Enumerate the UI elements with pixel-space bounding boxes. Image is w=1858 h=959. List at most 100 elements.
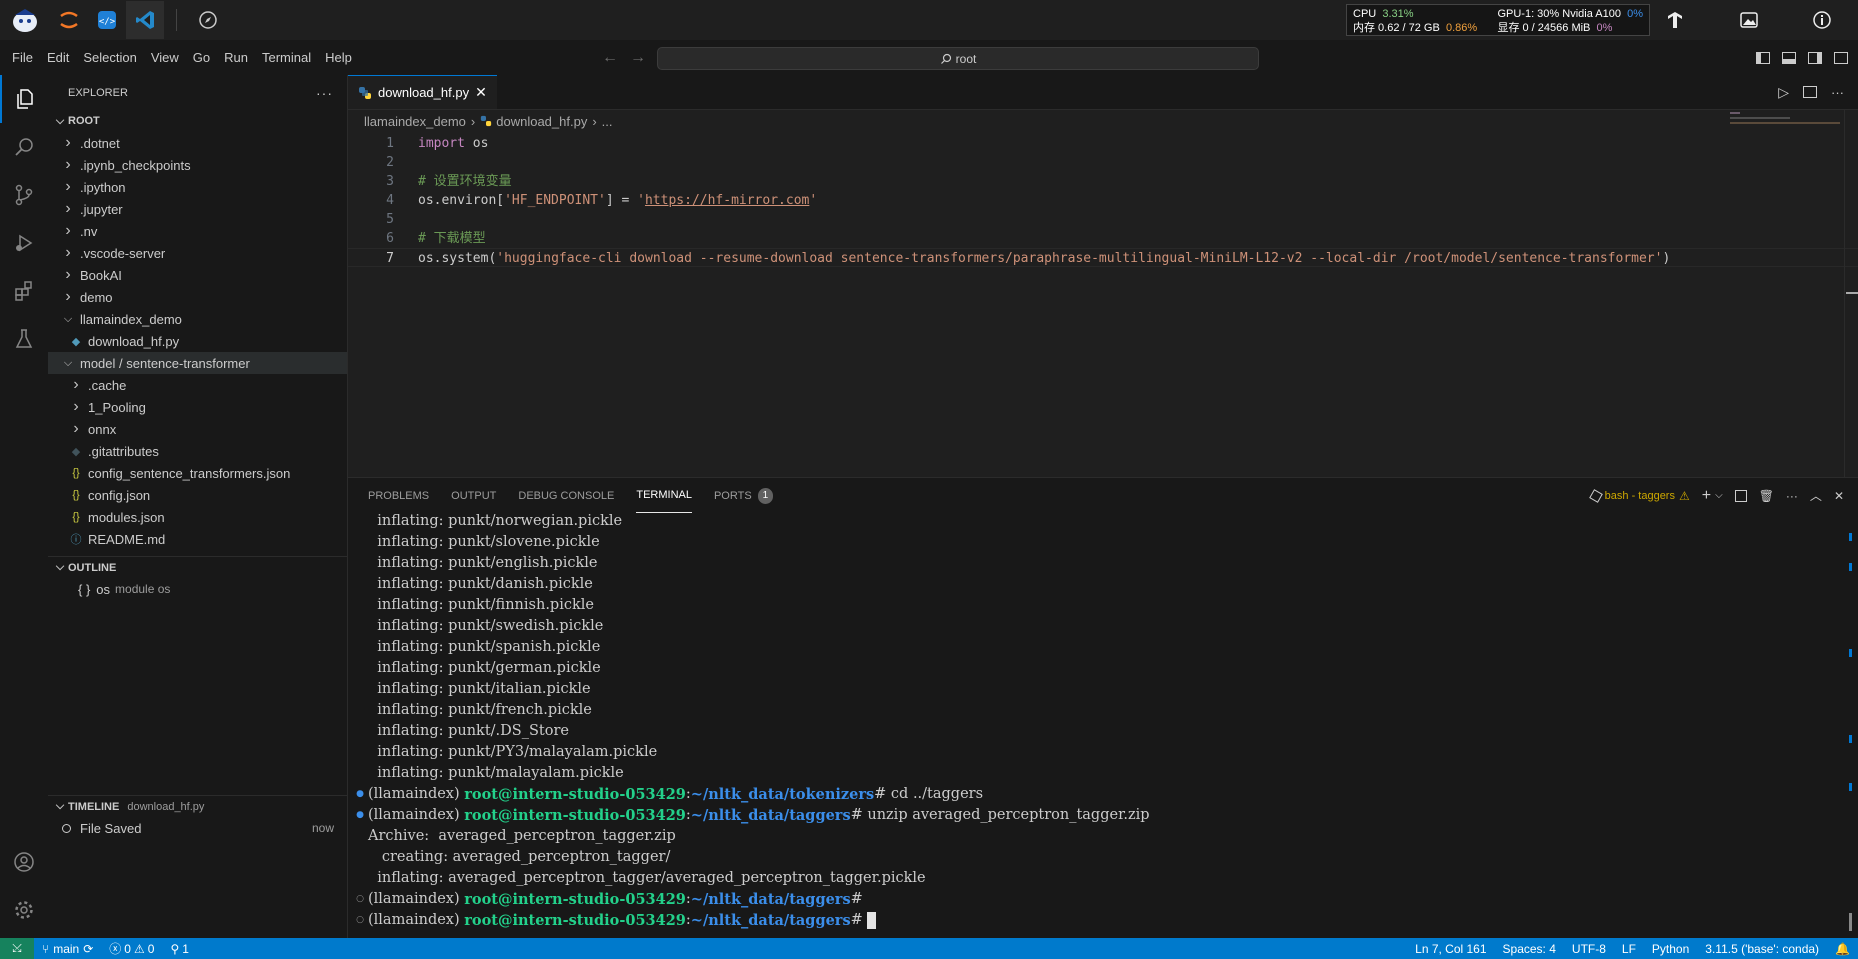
tree-item[interactable]: › .ipython <box>48 176 347 198</box>
terminal-instance[interactable]: bash - taggers ⚠ <box>1588 489 1690 503</box>
notifications-bell-icon[interactable]: 🔔 <box>1827 942 1858 956</box>
breadcrumb-file[interactable]: download_hf.py <box>496 114 587 129</box>
tree-item[interactable]: › .jupyter <box>48 198 347 220</box>
menu-edit[interactable]: Edit <box>40 50 76 65</box>
breadcrumb-more[interactable]: ... <box>602 114 613 129</box>
tree-item[interactable]: {} config.json <box>48 484 347 506</box>
tensorflow-icon[interactable] <box>1656 1 1694 39</box>
toggle-secondary-sidebar-icon[interactable] <box>1808 51 1822 64</box>
accounts-icon[interactable] <box>0 838 48 886</box>
split-terminal-icon[interactable] <box>1734 489 1747 502</box>
new-terminal-icon[interactable]: + <box>1702 487 1711 505</box>
language-mode[interactable]: Python <box>1644 942 1697 956</box>
tree-item[interactable]: › .vscode-server <box>48 242 347 264</box>
tree-item[interactable]: › 1_Pooling <box>48 396 347 418</box>
menu-run[interactable]: Run <box>217 50 255 65</box>
split-editor-icon[interactable] <box>1803 86 1817 98</box>
menu-file[interactable]: File <box>5 50 40 65</box>
close-icon[interactable]: ✕ <box>475 84 487 101</box>
code-line[interactable]: 6 # 下载模型 <box>348 229 1858 248</box>
python-interpreter[interactable]: 3.11.5 ('base': conda) <box>1697 942 1827 956</box>
branch-status[interactable]: ⑂ main ⟳ <box>34 942 101 956</box>
tab-problems[interactable]: PROBLEMS <box>368 478 429 513</box>
toggle-primary-sidebar-icon[interactable] <box>1756 51 1770 64</box>
tree-item[interactable]: › BookAI <box>48 264 347 286</box>
editor-tab-download-hf[interactable]: download_hf.py ✕ <box>348 75 497 109</box>
extensions-icon[interactable] <box>0 267 48 315</box>
more-actions-icon[interactable]: ··· <box>1786 489 1798 503</box>
image-icon[interactable] <box>1730 1 1768 39</box>
testing-flask-icon[interactable] <box>0 315 48 363</box>
code-line[interactable]: 2 <box>348 153 1858 172</box>
back-arrow-icon[interactable]: ← <box>602 49 618 67</box>
search-activity-icon[interactable] <box>0 123 48 171</box>
tab-debug-console[interactable]: DEBUG CONSOLE <box>518 478 614 513</box>
timeline-entry[interactable]: File Saved now <box>48 817 348 839</box>
indentation[interactable]: Spaces: 4 <box>1495 942 1564 956</box>
explorer-icon[interactable] <box>0 75 48 123</box>
command-decoration-icon[interactable]: ● <box>352 784 368 805</box>
vscode-icon[interactable] <box>126 1 164 39</box>
intern-studio-logo[interactable] <box>0 1 50 39</box>
toggle-panel-icon[interactable] <box>1782 51 1796 64</box>
run-debug-icon[interactable] <box>0 219 48 267</box>
maximize-panel-icon[interactable]: ︿ <box>1810 487 1822 504</box>
command-decoration-icon[interactable]: ○ <box>352 910 368 931</box>
command-center-search[interactable]: root <box>657 47 1259 70</box>
tree-item[interactable]: ◆ .gitattributes <box>48 440 347 462</box>
tree-item[interactable]: › .ipynb_checkpoints <box>48 154 347 176</box>
tree-item[interactable]: › .dotnet <box>48 132 347 154</box>
command-decoration-icon[interactable]: ○ <box>352 889 368 910</box>
cursor-position[interactable]: Ln 7, Col 161 <box>1407 942 1494 956</box>
outline-item[interactable]: { } os module os <box>48 578 347 600</box>
outline-section[interactable]: ⌵ OUTLINE <box>48 556 347 578</box>
tree-item[interactable]: ⌵ llamaindex_demo <box>48 308 347 330</box>
code-line[interactable]: 1 import os <box>348 134 1858 153</box>
menu-selection[interactable]: Selection <box>76 50 143 65</box>
minimap[interactable] <box>1730 110 1848 130</box>
sync-icon[interactable]: ⟳ <box>83 942 93 956</box>
tree-item[interactable]: ◆ download_hf.py <box>48 330 347 352</box>
problems-status[interactable]: ⓧ 0 ⚠ 0 <box>101 940 162 957</box>
code-line[interactable]: 4 os.environ['HF_ENDPOINT'] = 'https://hf… <box>348 191 1858 210</box>
tab-terminal[interactable]: TERMINAL <box>636 478 692 513</box>
tree-item[interactable]: {} config_sentence_transformers.json <box>48 462 347 484</box>
tab-ports[interactable]: PORTS 1 <box>714 478 774 513</box>
trash-icon[interactable]: 🗑 <box>1759 489 1774 503</box>
command-decoration-icon[interactable]: ● <box>352 805 368 826</box>
encoding[interactable]: UTF-8 <box>1564 942 1614 956</box>
compass-icon[interactable] <box>189 1 227 39</box>
run-python-file-icon[interactable]: ▷ <box>1778 84 1789 101</box>
close-panel-icon[interactable]: ✕ <box>1834 489 1844 503</box>
tree-item[interactable]: ⌵ model / sentence-transformer <box>48 352 347 374</box>
tree-item[interactable]: › onnx <box>48 418 347 440</box>
chevron-down-icon[interactable]: ⌵ <box>1715 490 1723 501</box>
tree-item[interactable]: › .nv <box>48 220 347 242</box>
customize-layout-icon[interactable] <box>1834 51 1848 64</box>
code-server-icon[interactable]: </> <box>88 1 126 39</box>
source-control-icon[interactable] <box>0 171 48 219</box>
tree-item[interactable]: ⓘ README.md <box>48 528 347 550</box>
more-actions-icon[interactable]: ··· <box>316 85 333 101</box>
breadcrumb-folder[interactable]: llamaindex_demo <box>364 114 466 129</box>
tree-item[interactable]: › .cache <box>48 374 347 396</box>
remote-indicator-icon[interactable]: ⤩ <box>0 938 34 959</box>
code-line[interactable]: 7 os.system('huggingface-cli download --r… <box>348 248 1858 267</box>
tree-item[interactable]: › demo <box>48 286 347 308</box>
forward-arrow-icon[interactable]: → <box>630 49 646 67</box>
jupyter-icon[interactable] <box>50 1 88 39</box>
tab-output[interactable]: OUTPUT <box>451 478 496 513</box>
menu-go[interactable]: Go <box>186 50 217 65</box>
timeline-section[interactable]: ⌵ TIMELINE download_hf.py <box>48 795 348 817</box>
tree-item[interactable]: {} modules.json <box>48 506 347 528</box>
more-actions-icon[interactable]: ··· <box>1831 85 1844 100</box>
terminal-output[interactable]: inflating: punkt/norwegian.pickle inflat… <box>348 511 1858 931</box>
settings-gear-icon[interactable] <box>0 886 48 934</box>
root-folder[interactable]: ⌵ ROOT <box>48 110 347 132</box>
terminal-scrollbar[interactable] <box>1844 513 1858 939</box>
code-line[interactable]: 3 # 设置环境变量 <box>348 172 1858 191</box>
menu-terminal[interactable]: Terminal <box>255 50 318 65</box>
end-of-line[interactable]: LF <box>1614 942 1644 956</box>
vertical-scrollbar[interactable] <box>1844 110 1858 477</box>
menu-help[interactable]: Help <box>318 50 359 65</box>
